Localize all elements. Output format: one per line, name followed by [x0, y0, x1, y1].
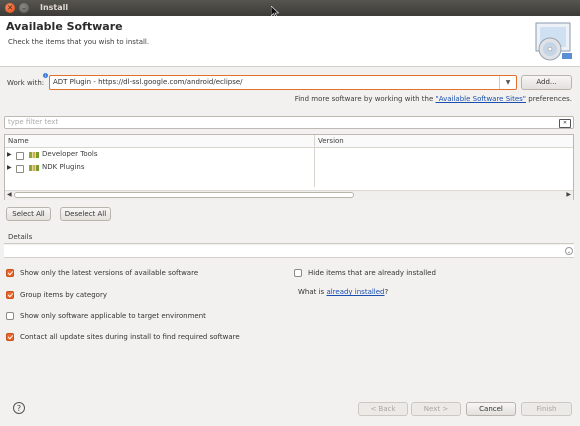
- latest-versions-checkbox[interactable]: [6, 269, 14, 277]
- page-subtitle: Check the items that you wish to install…: [8, 38, 150, 46]
- wizard-header: Available Software Check the items that …: [0, 16, 580, 67]
- hide-installed-checkbox[interactable]: [294, 269, 302, 277]
- back-button[interactable]: < Back: [358, 402, 408, 416]
- cancel-button[interactable]: Cancel: [466, 402, 516, 416]
- row-label: Developer Tools: [42, 150, 98, 158]
- scroll-left-icon[interactable]: ◀: [7, 191, 12, 198]
- group-by-category-label: Group items by category: [20, 291, 107, 299]
- column-header-name[interactable]: Name: [8, 137, 29, 145]
- more-software-suffix: preferences.: [526, 95, 572, 103]
- expand-arrow-icon[interactable]: ▶: [7, 164, 12, 171]
- help-icon[interactable]: ?: [13, 402, 25, 414]
- contact-sites-label: Contact all update sites during install …: [20, 333, 240, 341]
- more-software-prefix: Find more software by working with the: [294, 95, 436, 103]
- deselect-all-button[interactable]: Deselect All: [60, 207, 111, 221]
- applicable-only-label: Show only software applicable to target …: [20, 312, 206, 320]
- details-divider: [4, 243, 574, 244]
- window-titlebar: ✕ – Install: [0, 0, 580, 16]
- hide-installed-label: Hide items that are already installed: [308, 269, 436, 277]
- row-label: NDK Plugins: [42, 163, 85, 171]
- what-is-suffix: ?: [384, 288, 389, 296]
- details-label: Details: [8, 233, 33, 241]
- expand-arrow-icon[interactable]: ▶: [7, 151, 12, 158]
- column-divider: [314, 135, 315, 187]
- clear-filter-icon[interactable]: ✕: [559, 119, 571, 128]
- work-with-label: Work with:: [7, 79, 45, 87]
- scrollbar-thumb[interactable]: [14, 192, 354, 198]
- what-is-installed-text: What is already installed?: [298, 288, 388, 296]
- minimize-icon[interactable]: –: [19, 3, 29, 13]
- expand-details-icon[interactable]: ⌄: [565, 247, 573, 255]
- chevron-down-icon[interactable]: ▼: [499, 76, 516, 89]
- applicable-only-checkbox[interactable]: [6, 312, 14, 320]
- row-checkbox[interactable]: [16, 152, 24, 160]
- tree-row[interactable]: ▶ NDK Plugins: [5, 162, 573, 174]
- software-tree[interactable]: Name Version ▶ Developer Tools ▶ NDK Plu…: [4, 134, 574, 200]
- select-all-button[interactable]: Select All: [6, 207, 51, 221]
- tree-header: Name Version: [5, 135, 573, 148]
- row-checkbox[interactable]: [16, 165, 24, 173]
- group-by-category-checkbox[interactable]: [6, 291, 14, 299]
- available-software-sites-link[interactable]: "Available Software Sites": [436, 95, 527, 103]
- package-icon: [29, 165, 39, 171]
- work-with-combo[interactable]: ADT Plugin - https://dl-ssl.google.com/a…: [49, 75, 517, 90]
- add-button[interactable]: Add...: [521, 75, 572, 90]
- close-icon[interactable]: ✕: [5, 3, 15, 13]
- contact-sites-checkbox[interactable]: [6, 333, 14, 341]
- horizontal-scrollbar[interactable]: ◀ ▶: [5, 190, 573, 200]
- already-installed-link[interactable]: already installed: [326, 288, 384, 296]
- info-icon: i: [43, 73, 48, 78]
- page-title: Available Software: [6, 20, 123, 33]
- work-with-value: ADT Plugin - https://dl-ssl.google.com/a…: [53, 78, 243, 86]
- column-header-version[interactable]: Version: [318, 137, 344, 145]
- tree-row[interactable]: ▶ Developer Tools: [5, 149, 573, 161]
- next-button[interactable]: Next >: [411, 402, 461, 416]
- install-cd-icon: [535, 22, 572, 61]
- filter-input[interactable]: type filter text ✕: [4, 116, 574, 129]
- latest-versions-label: Show only the latest versions of availab…: [20, 269, 199, 277]
- scroll-right-icon[interactable]: ▶: [566, 191, 571, 198]
- package-icon: [29, 152, 39, 158]
- filter-placeholder: type filter text: [8, 118, 59, 126]
- more-software-text: Find more software by working with the "…: [295, 95, 572, 103]
- window-title: Install: [40, 3, 69, 12]
- details-area: ⌄: [4, 245, 574, 258]
- what-is-prefix: What is: [298, 288, 327, 296]
- finish-button[interactable]: Finish: [521, 402, 572, 416]
